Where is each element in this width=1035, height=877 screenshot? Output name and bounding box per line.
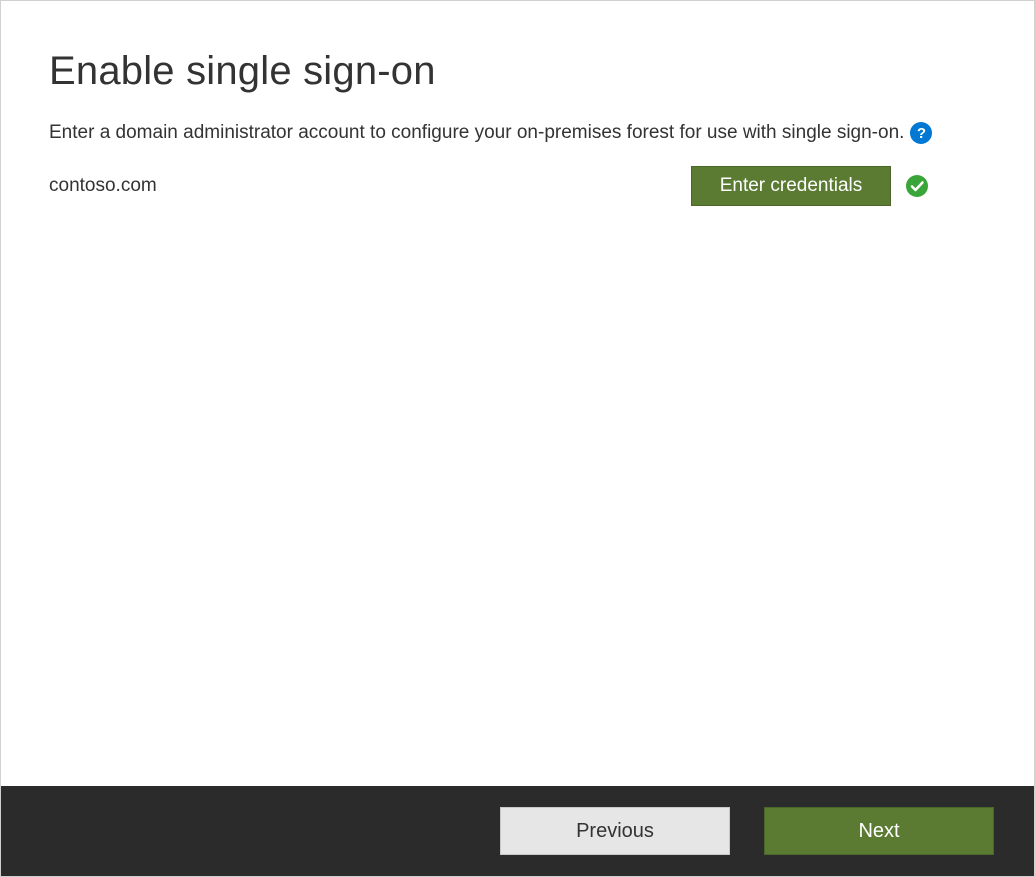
credentials-group: Enter credentials xyxy=(691,166,929,206)
description-row: Enter a domain administrator account to … xyxy=(49,122,986,144)
enter-credentials-button[interactable]: Enter credentials xyxy=(691,166,891,206)
domain-row: contoso.com Enter credentials xyxy=(49,166,929,206)
next-button[interactable]: Next xyxy=(764,807,994,855)
description-text: Enter a domain administrator account to … xyxy=(49,122,904,144)
checkmark-icon xyxy=(905,174,929,198)
help-icon[interactable]: ? xyxy=(910,122,932,144)
domain-name: contoso.com xyxy=(49,175,157,197)
previous-button[interactable]: Previous xyxy=(500,807,730,855)
main-content: Enable single sign-on Enter a domain adm… xyxy=(1,1,1034,786)
page-title: Enable single sign-on xyxy=(49,49,986,94)
footer: Previous Next xyxy=(1,786,1034,876)
